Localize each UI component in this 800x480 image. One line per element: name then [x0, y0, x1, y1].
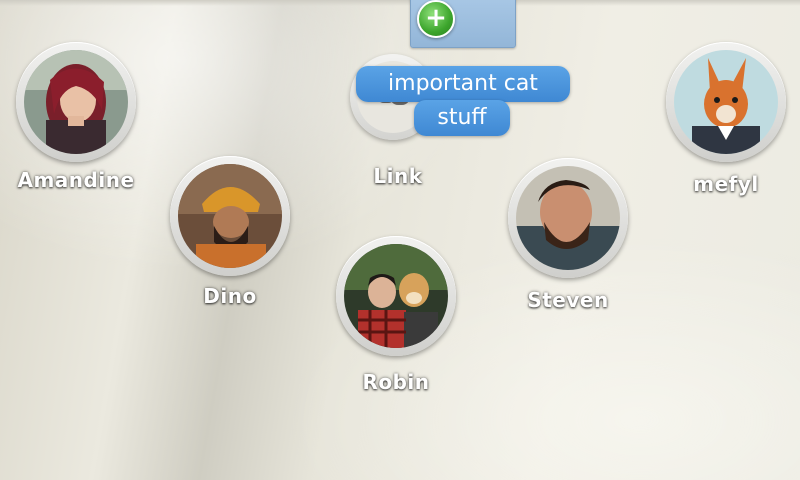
- contact-name: Dino: [203, 284, 257, 308]
- add-plus-icon[interactable]: +: [417, 0, 455, 38]
- avatar-photo: [178, 164, 282, 268]
- avatar[interactable]: [16, 42, 136, 162]
- avatar-photo: [24, 50, 128, 154]
- avatar-photo: [516, 166, 620, 270]
- avatar[interactable]: [170, 156, 290, 276]
- contact-name: Steven: [527, 288, 609, 312]
- avatar-photo: [674, 50, 778, 154]
- avatar[interactable]: [336, 236, 456, 356]
- avatar-photo: [344, 244, 448, 348]
- avatar[interactable]: [666, 42, 786, 162]
- note-bubble-line: important cat: [356, 66, 570, 102]
- contact-name: Robin: [362, 370, 430, 394]
- top-edge: [0, 0, 800, 6]
- avatar[interactable]: [508, 158, 628, 278]
- contact-name: mefyl: [693, 172, 759, 196]
- note-bubble-line: stuff: [414, 100, 510, 136]
- link-item-name: Link: [373, 164, 423, 188]
- contact-name: Amandine: [17, 168, 135, 192]
